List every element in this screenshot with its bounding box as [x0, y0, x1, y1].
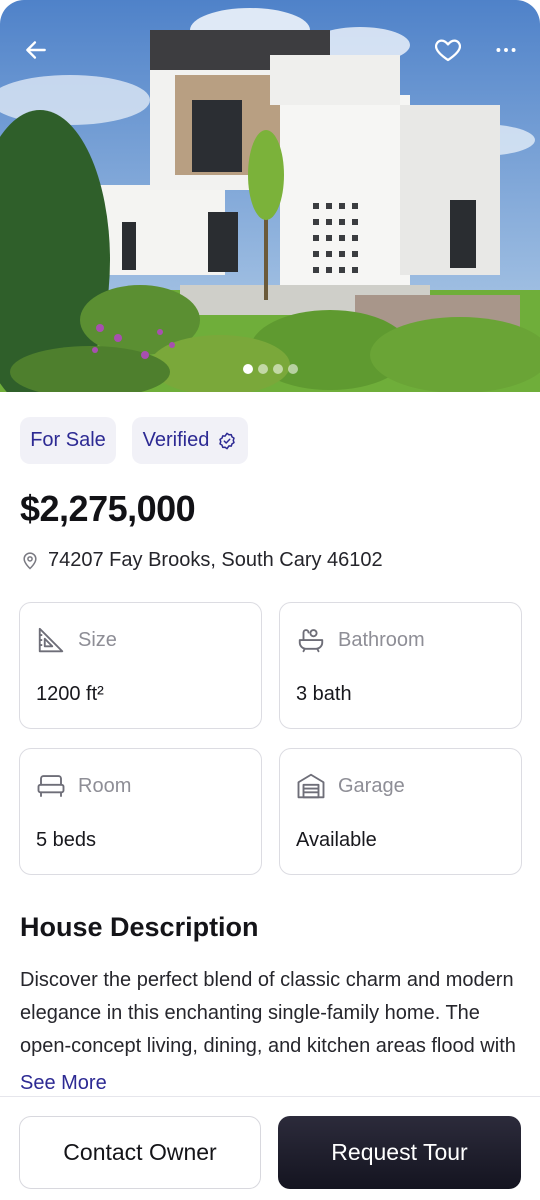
description-text: Discover the perfect blend of classic ch… — [20, 969, 516, 1057]
listing-price: $2,275,000 — [20, 488, 196, 529]
feature-label: Size — [78, 628, 117, 651]
pagination-dot[interactable] — [272, 364, 283, 374]
ruler-triangle-icon — [38, 627, 64, 653]
feature-card-garage: Garage Available — [279, 748, 522, 875]
feature-card-size: Size 1200 ft² — [19, 602, 262, 729]
feature-value: 1200 ft² — [36, 683, 104, 705]
address-text: 74207 Fay Brooks, South Cary 46102 — [48, 549, 383, 571]
for-sale-badge: For Sale — [20, 417, 116, 464]
listing-address: 74207 Fay Brooks, South Cary 46102 — [20, 549, 383, 572]
garage-icon — [297, 773, 325, 799]
feature-card-room: Room 5 beds — [19, 748, 262, 875]
listing-badges: For Sale Verified — [20, 417, 248, 464]
verified-check-icon — [219, 432, 236, 449]
verified-label: Verified — [142, 429, 210, 451]
verified-badge: Verified — [132, 417, 248, 464]
feature-card-bathroom: Bathroom 3 bath — [279, 602, 522, 729]
feature-label: Garage — [338, 774, 405, 797]
pagination-dot[interactable] — [257, 364, 268, 374]
back-button[interactable] — [16, 30, 56, 70]
feature-value: 3 bath — [296, 683, 352, 705]
pagination-dot[interactable] — [287, 364, 298, 374]
favorite-button[interactable] — [428, 30, 468, 70]
feature-value: 5 beds — [36, 829, 97, 851]
arrow-left-icon — [26, 41, 46, 59]
more-options-button[interactable] — [486, 30, 526, 70]
bottom-action-bar: Contact Owner Request Tour — [0, 1096, 540, 1200]
more-horizontal-icon — [496, 48, 516, 52]
property-photo-gallery[interactable] — [0, 0, 540, 392]
pagination-dot[interactable] — [242, 364, 253, 374]
bed-icon — [37, 775, 65, 797]
bathtub-icon — [298, 629, 324, 653]
feature-value: Available — [296, 829, 377, 851]
contact-owner-button[interactable]: Contact Owner — [19, 1116, 261, 1189]
request-tour-button[interactable]: Request Tour — [278, 1116, 521, 1189]
see-more-link[interactable]: See More — [20, 1072, 107, 1095]
heart-icon — [435, 39, 461, 62]
description-title: House Description — [20, 912, 259, 942]
feature-label: Bathroom — [338, 628, 425, 651]
feature-label: Room — [78, 774, 132, 797]
gallery-pagination — [0, 364, 540, 374]
location-pin-icon — [23, 551, 37, 570]
for-sale-label: For Sale — [30, 429, 106, 451]
